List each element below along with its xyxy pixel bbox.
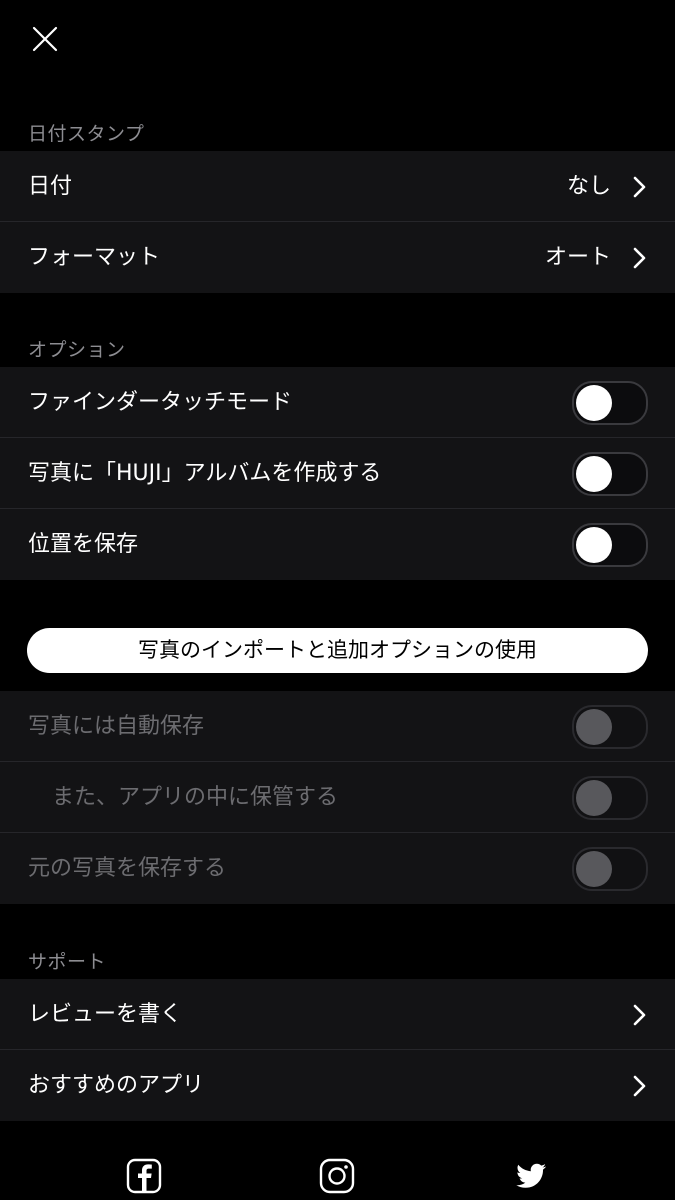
save-location-label: 位置を保存 xyxy=(28,532,139,557)
twitter-icon[interactable] xyxy=(513,1158,549,1194)
chevron-right-icon xyxy=(633,1004,646,1026)
instagram-icon[interactable] xyxy=(319,1158,355,1194)
import-options-button[interactable]: 写真のインポートと追加オプションの使用 xyxy=(27,628,648,673)
recommended-apps-row[interactable]: おすすめのアプリ xyxy=(0,1050,675,1121)
finder-touch-mode-row: ファインダータッチモード xyxy=(0,367,675,438)
social-bar xyxy=(0,1122,675,1200)
finder-touch-mode-label: ファインダータッチモード xyxy=(28,390,293,415)
date-label: 日付 xyxy=(28,174,73,199)
format-row[interactable]: フォーマット オート xyxy=(0,222,675,293)
toggle-knob xyxy=(576,527,612,563)
keep-in-app-row: また、アプリの中に保管する xyxy=(0,762,675,833)
options-group: ファインダータッチモード 写真に「HUJI」アルバムを作成する 位置を保存 xyxy=(0,367,675,580)
chevron-right-icon xyxy=(633,1075,646,1097)
huji-album-toggle[interactable] xyxy=(572,452,648,496)
write-review-row[interactable]: レビューを書く xyxy=(0,979,675,1050)
toggle-knob xyxy=(576,709,612,745)
format-value: オート xyxy=(544,245,611,270)
save-original-toggle[interactable] xyxy=(572,847,648,891)
huji-album-row: 写真に「HUJI」アルバムを作成する xyxy=(0,438,675,509)
toggle-knob xyxy=(576,780,612,816)
keep-in-app-label: また、アプリの中に保管する xyxy=(52,785,339,810)
auto-save-toggle[interactable] xyxy=(572,705,648,749)
section-title-support: サポート xyxy=(28,951,107,973)
keep-in-app-toggle[interactable] xyxy=(572,776,648,820)
chevron-right-icon xyxy=(633,176,646,198)
support-group: レビューを書く おすすめのアプリ xyxy=(0,979,675,1121)
toggle-knob xyxy=(576,851,612,887)
date-row[interactable]: 日付 なし xyxy=(0,151,675,222)
date-value: なし xyxy=(566,174,611,199)
date-stamp-group: 日付 なし フォーマット オート xyxy=(0,151,675,293)
close-icon xyxy=(32,26,58,52)
auto-save-row: 写真には自動保存 xyxy=(0,691,675,762)
save-location-toggle[interactable] xyxy=(572,523,648,567)
finder-touch-mode-toggle[interactable] xyxy=(572,381,648,425)
huji-album-label: 写真に「HUJI」アルバムを作成する xyxy=(28,461,382,486)
toggle-knob xyxy=(576,456,612,492)
section-title-date-stamp: 日付スタンプ xyxy=(28,123,145,145)
write-review-label: レビューを書く xyxy=(28,1002,183,1027)
chevron-right-icon xyxy=(633,247,646,269)
save-location-row: 位置を保存 xyxy=(0,509,675,580)
save-original-label: 元の写真を保存する xyxy=(28,856,227,881)
toggle-knob xyxy=(576,385,612,421)
close-button[interactable] xyxy=(22,18,66,62)
save-original-row: 元の写真を保存する xyxy=(0,833,675,904)
facebook-icon[interactable] xyxy=(126,1158,162,1194)
import-options-group: 写真には自動保存 また、アプリの中に保管する 元の写真を保存する xyxy=(0,691,675,904)
auto-save-label: 写真には自動保存 xyxy=(28,714,205,739)
recommended-apps-label: おすすめのアプリ xyxy=(28,1073,205,1098)
format-label: フォーマット xyxy=(28,245,161,270)
section-title-options: オプション xyxy=(28,339,126,361)
